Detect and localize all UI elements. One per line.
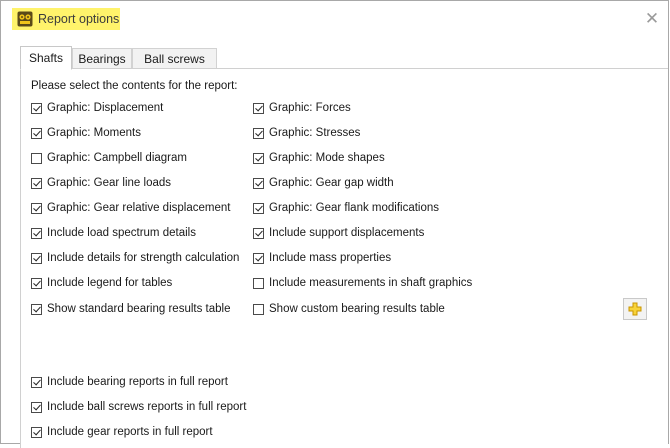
option-label: Graphic: Stresses (269, 127, 361, 139)
plus-icon (628, 302, 642, 316)
checkbox-unchecked[interactable] (253, 303, 264, 315)
option-right-4[interactable]: Graphic: Gear flank modifications (253, 200, 439, 216)
option-right-0[interactable]: Graphic: Forces (253, 100, 351, 116)
option-label: Include measurements in shaft graphics (269, 277, 473, 289)
option-label: Graphic: Forces (269, 102, 351, 114)
option-label: Graphic: Gear gap width (269, 177, 394, 189)
checkbox-checked[interactable] (31, 102, 42, 114)
option-label: Include support displacements (269, 227, 425, 239)
checkbox-checked[interactable] (31, 227, 42, 239)
checkbox-unchecked[interactable] (253, 277, 264, 289)
option-left-6[interactable]: Include details for strength calculation (31, 250, 239, 266)
checkbox-checked[interactable] (253, 152, 264, 164)
checkbox-checked[interactable] (31, 303, 42, 315)
add-custom-table-button[interactable] (623, 298, 647, 320)
checkbox-checked[interactable] (253, 102, 264, 114)
option-label: Show custom bearing results table (269, 303, 445, 315)
checkbox-checked[interactable] (31, 277, 42, 289)
checkbox-checked[interactable] (31, 376, 42, 388)
option-right-7[interactable]: Include measurements in shaft graphics (253, 275, 472, 291)
checkbox-checked[interactable] (253, 202, 264, 214)
option-label: Graphic: Gear flank modifications (269, 202, 440, 214)
option-label: Include gear reports in full report (47, 426, 213, 438)
option-left-2[interactable]: Graphic: Campbell diagram (31, 150, 187, 166)
checkbox-checked[interactable] (31, 127, 42, 139)
option-label: Include load spectrum details (47, 227, 196, 239)
option-label: Graphic: Moments (47, 127, 141, 139)
option-label: Graphic: Mode shapes (269, 152, 385, 164)
option-right-5[interactable]: Include support displacements (253, 225, 424, 241)
app-icon (17, 11, 33, 27)
option-left-7[interactable]: Include legend for tables (31, 275, 172, 291)
window-title: Report options (38, 12, 120, 26)
option-bottom-1[interactable]: Include ball screws reports in full repo… (31, 399, 246, 415)
option-label: Include legend for tables (47, 277, 173, 289)
option-label: Show standard bearing results table (47, 303, 231, 315)
option-label: Graphic: Displacement (47, 102, 164, 114)
option-label: Graphic: Gear relative displacement (47, 202, 231, 214)
checkbox-checked[interactable] (31, 202, 42, 214)
option-right-2[interactable]: Graphic: Mode shapes (253, 150, 385, 166)
instruction-text: Please select the contents for the repor… (31, 80, 238, 92)
tab-shafts[interactable]: Shafts (20, 46, 72, 70)
close-button[interactable]: ✕ (642, 9, 662, 29)
close-icon: ✕ (644, 9, 660, 29)
report-options-dialog: Report options ✕ Shafts Bearings Ball sc… (0, 0, 669, 448)
option-left-3[interactable]: Graphic: Gear line loads (31, 175, 171, 191)
option-label: Graphic: Campbell diagram (47, 152, 187, 164)
option-label: Include details for strength calculation (47, 252, 240, 264)
option-left-5[interactable]: Include load spectrum details (31, 225, 196, 241)
checkbox-checked[interactable] (253, 127, 264, 139)
option-right-8[interactable]: Show custom bearing results table (253, 301, 445, 317)
checkbox-checked[interactable] (31, 252, 42, 264)
option-label: Include mass properties (269, 252, 392, 264)
checkbox-unchecked[interactable] (31, 152, 42, 164)
option-left-8[interactable]: Show standard bearing results table (31, 301, 230, 317)
option-label: Include bearing reports in full report (47, 376, 228, 388)
option-bottom-0[interactable]: Include bearing reports in full report (31, 374, 228, 390)
option-left-4[interactable]: Graphic: Gear relative displacement (31, 200, 230, 216)
option-right-6[interactable]: Include mass properties (253, 250, 391, 266)
checkbox-checked[interactable] (31, 426, 42, 438)
checkbox-checked[interactable] (31, 177, 42, 189)
checkbox-checked[interactable] (253, 227, 264, 239)
option-bottom-2[interactable]: Include gear reports in full report (31, 424, 213, 440)
tab-bearings[interactable]: Bearings (72, 48, 132, 68)
option-left-1[interactable]: Graphic: Moments (31, 125, 141, 141)
checkbox-checked[interactable] (31, 401, 42, 413)
checkbox-checked[interactable] (253, 177, 264, 189)
option-right-3[interactable]: Graphic: Gear gap width (253, 175, 394, 191)
checkbox-checked[interactable] (253, 252, 264, 264)
title-bar: Report options ✕ (1, 1, 668, 37)
option-left-0[interactable]: Graphic: Displacement (31, 100, 163, 116)
option-label: Include ball screws reports in full repo… (47, 401, 247, 413)
option-right-1[interactable]: Graphic: Stresses (253, 125, 360, 141)
option-label: Graphic: Gear line loads (47, 177, 172, 189)
tab-ball-screws[interactable]: Ball screws (132, 48, 217, 68)
